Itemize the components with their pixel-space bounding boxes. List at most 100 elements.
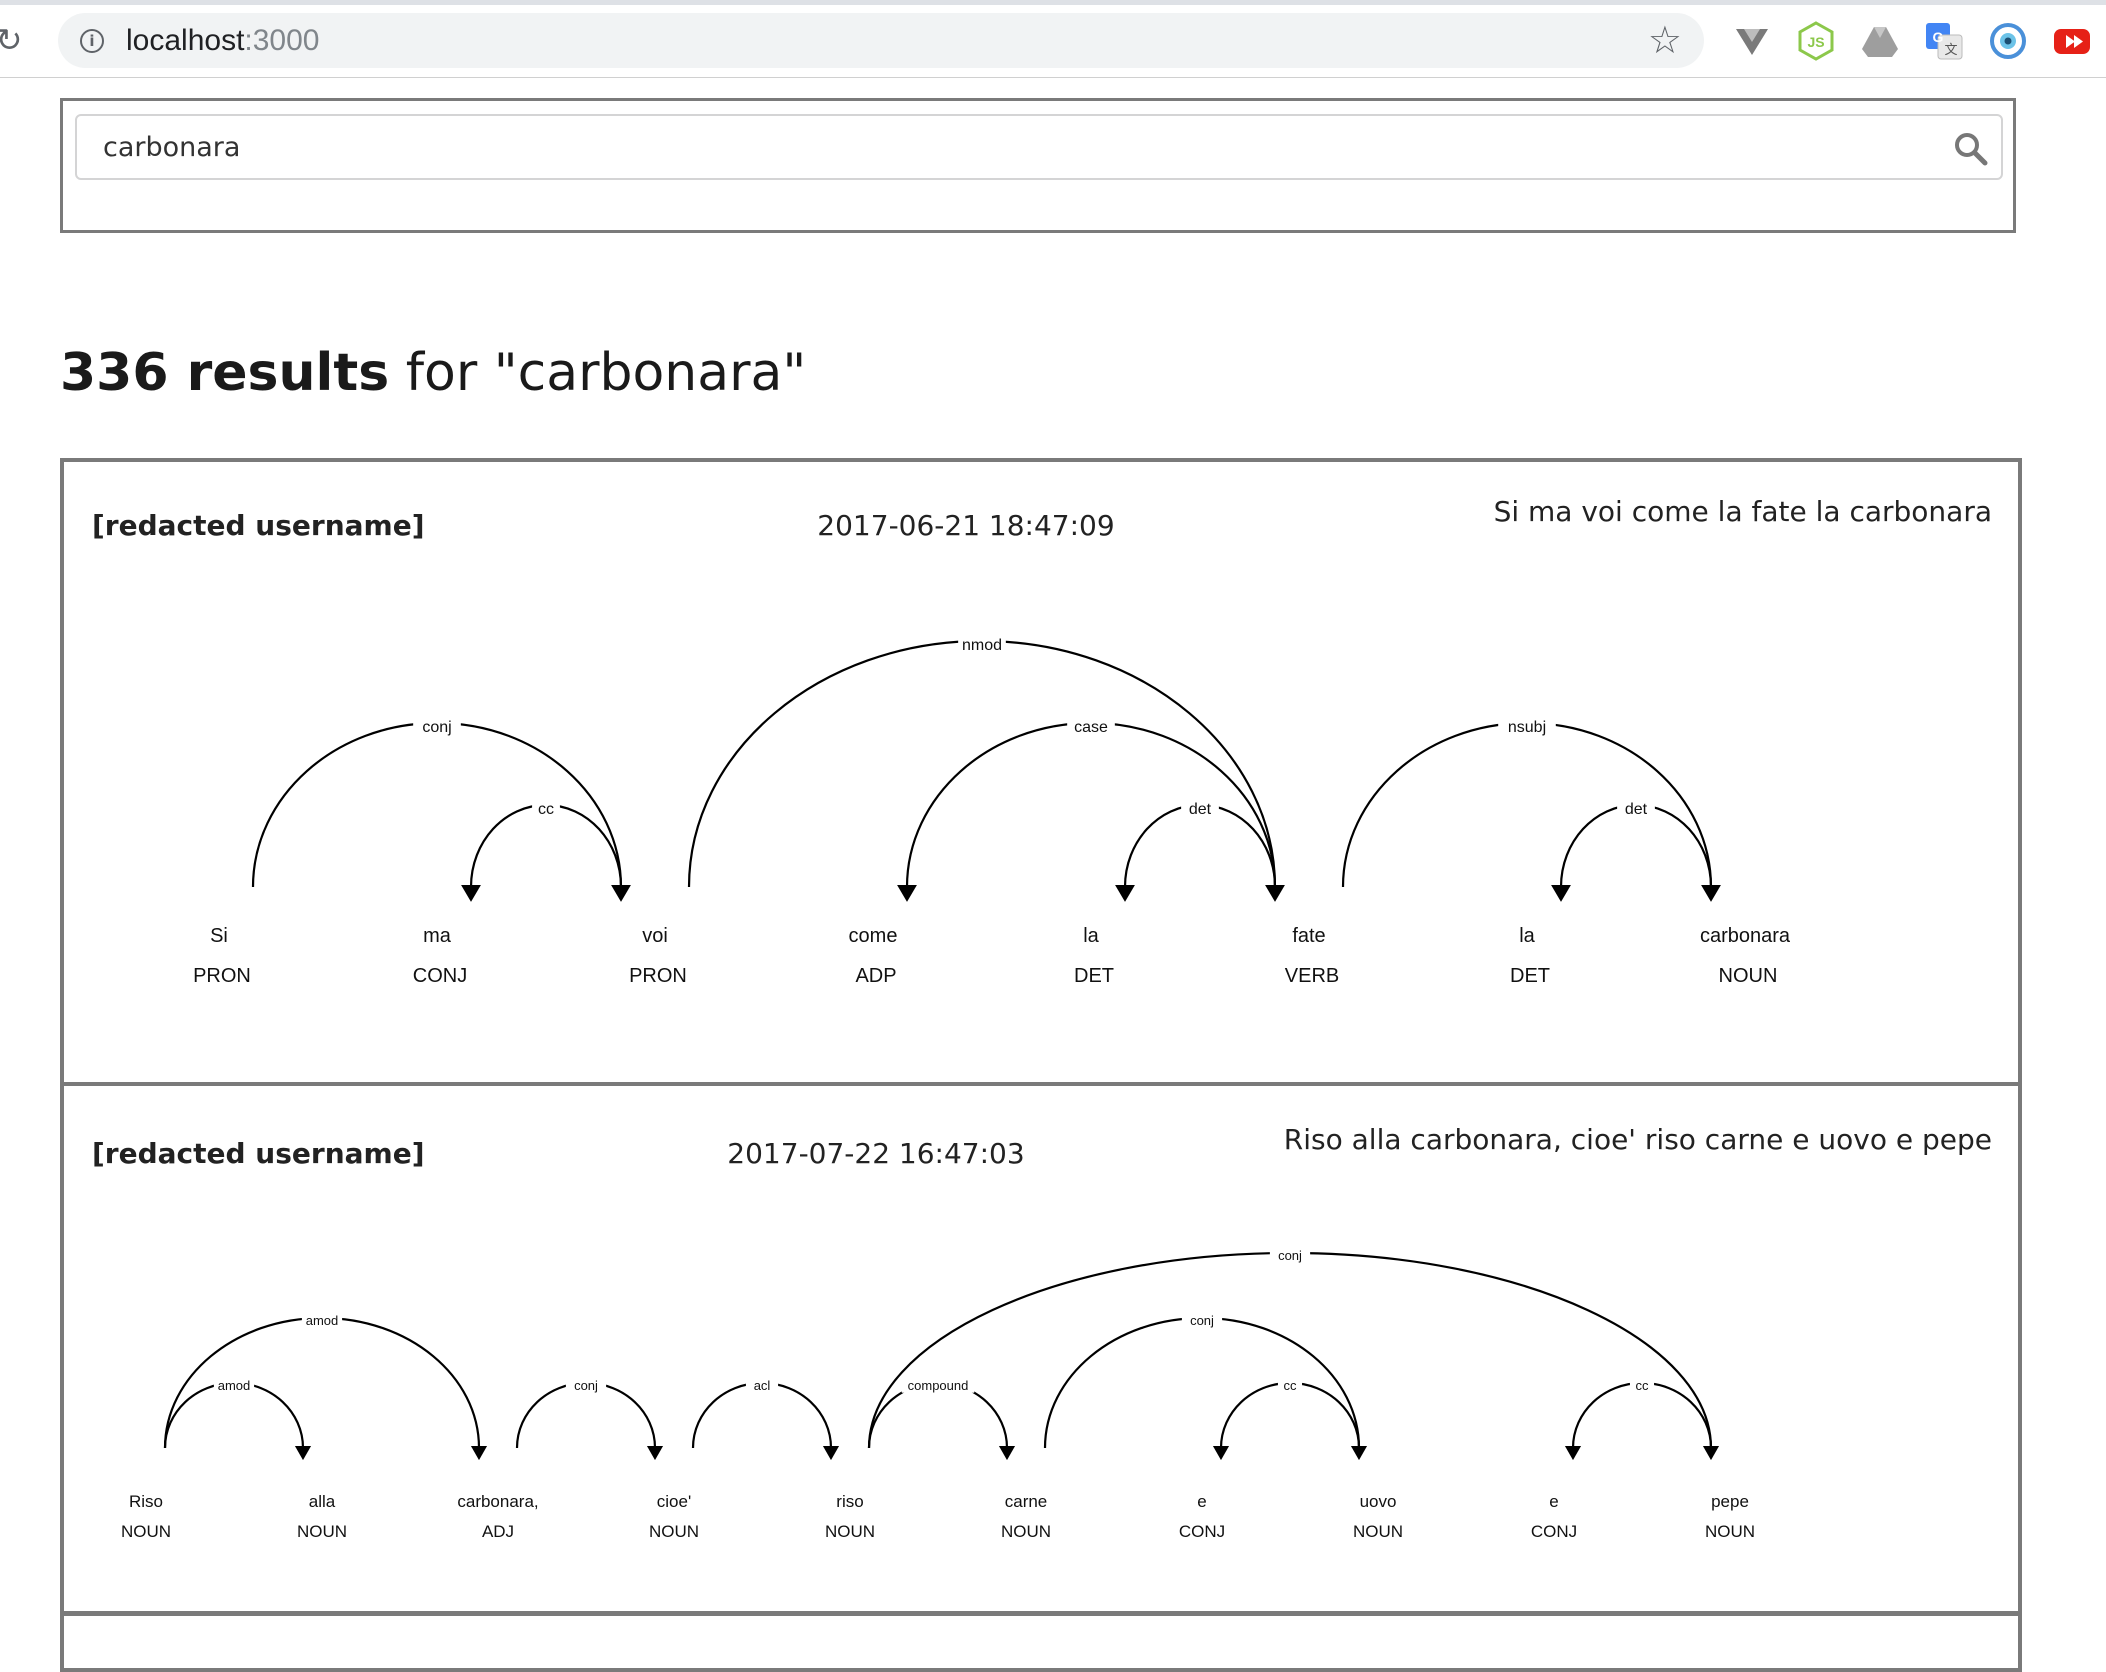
- token-word: voi: [642, 925, 668, 947]
- token-tag: CONJ: [413, 965, 467, 987]
- dependency-arc: [163, 1316, 481, 1449]
- arc-arrowhead: [470, 1446, 488, 1461]
- token-word: carne: [1005, 1492, 1048, 1511]
- token-tag: NOUN: [825, 1522, 875, 1541]
- url-text[interactable]: localhost:3000: [126, 24, 319, 58]
- arc-label: det: [1625, 801, 1648, 818]
- token-tag: NOUN: [1001, 1522, 1051, 1541]
- token-tag: NOUN: [649, 1522, 699, 1541]
- dependency-arc: [687, 639, 1277, 888]
- token-word: e: [1197, 1492, 1206, 1511]
- token-word: carbonara,: [457, 1492, 538, 1511]
- arc-label: det: [1189, 801, 1212, 818]
- dependency-parse: Riso NOUN alla NOUN carbonara, ADJ cioe' NOUN ri…: [121, 1247, 1755, 1541]
- token-word: uovo: [1360, 1492, 1397, 1511]
- arc-arrowhead: [611, 885, 631, 902]
- arc-arrowhead: [646, 1446, 664, 1461]
- token-word: carbonara: [1700, 925, 1791, 947]
- arc-arrowhead: [1265, 885, 1285, 902]
- arc-arrowhead: [1564, 1446, 1582, 1461]
- token-tag: NOUN: [1719, 965, 1778, 987]
- arc-arrowhead: [998, 1446, 1016, 1461]
- token-tag: NOUN: [1705, 1522, 1755, 1541]
- browser-toolbar: ↻ i localhost:3000 ☆ JS G 文: [0, 5, 2106, 78]
- token-word: ma: [423, 925, 452, 947]
- arc-arrowhead: [1701, 885, 1721, 902]
- arc-arrowhead: [1702, 1446, 1720, 1461]
- results-query: for "carbonara": [389, 343, 807, 403]
- token-tag: NOUN: [121, 1522, 171, 1541]
- token-tag: DET: [1510, 965, 1550, 987]
- token-word: come: [849, 925, 898, 947]
- google-drive-icon[interactable]: [1860, 21, 1900, 61]
- token-tag: VERB: [1285, 965, 1339, 987]
- token-word: alla: [309, 1492, 336, 1511]
- arc-arrowhead: [294, 1446, 312, 1461]
- svg-text:G: G: [1933, 29, 1944, 45]
- dependency-arc: [867, 1251, 1713, 1449]
- result-card: [redacted username] 2017-07-22 16:47:03 …: [60, 1082, 2022, 1615]
- site-info-icon[interactable]: i: [80, 29, 104, 53]
- token-tag: NOUN: [1353, 1522, 1403, 1541]
- arc-arrowhead: [1115, 885, 1135, 902]
- arc-arrowhead: [822, 1446, 840, 1461]
- dependency-arc: [1043, 1316, 1361, 1449]
- arc-label: cc: [538, 801, 554, 818]
- arc-arrowhead: [1350, 1446, 1368, 1461]
- token-word: Si: [210, 925, 228, 947]
- token-word: pepe: [1711, 1492, 1749, 1511]
- search-input[interactable]: [75, 114, 2003, 180]
- url-host: localhost: [126, 24, 245, 57]
- token-word: la: [1083, 925, 1099, 947]
- token-word: e: [1549, 1492, 1558, 1511]
- address-bar[interactable]: i localhost:3000 ☆: [58, 13, 1704, 68]
- token-word: riso: [836, 1492, 863, 1511]
- youtube-icon[interactable]: [2052, 21, 2092, 61]
- arc-label: compound: [908, 1378, 969, 1393]
- token-tag: CONJ: [1531, 1522, 1577, 1541]
- arc-label: nsubj: [1508, 719, 1546, 736]
- token-word: Riso: [129, 1492, 163, 1511]
- result-card: [redacted username] 2017-06-21 18:47:09 …: [60, 458, 2022, 1088]
- dependency-arc: [1341, 721, 1713, 888]
- results-heading: 336 results for "carbonara": [60, 338, 806, 408]
- bookmark-star-icon[interactable]: ☆: [1648, 19, 1682, 61]
- token-tag: NOUN: [297, 1522, 347, 1541]
- token-tag: ADP: [855, 965, 896, 987]
- dependency-arc: [905, 721, 1277, 888]
- token-tag: CONJ: [1179, 1522, 1225, 1541]
- token-word: la: [1519, 925, 1535, 947]
- arc-label: cc: [1284, 1378, 1298, 1393]
- token-tag: ADJ: [482, 1522, 514, 1541]
- arc-arrowhead: [897, 885, 917, 902]
- token-word: cioe': [657, 1492, 691, 1511]
- eye-extension-icon[interactable]: [1988, 21, 2028, 61]
- arc-arrowhead: [1551, 885, 1571, 902]
- reload-icon[interactable]: ↻: [0, 23, 26, 57]
- google-translate-icon[interactable]: G 文: [1924, 21, 1964, 61]
- arc-label: case: [1074, 719, 1108, 736]
- arc-label: conj: [422, 719, 451, 736]
- search-icon[interactable]: [1953, 131, 1989, 167]
- token-tag: PRON: [193, 965, 251, 987]
- vue-devtools-icon[interactable]: [1732, 21, 1772, 61]
- arc-label: amod: [218, 1378, 251, 1393]
- arc-arrowhead: [1212, 1446, 1230, 1461]
- svg-text:文: 文: [1944, 43, 1957, 58]
- nodejs-icon[interactable]: JS: [1796, 21, 1836, 61]
- dependency-parse: Si PRON ma CONJ voi PRON come ADP la DET fate VERB l…: [193, 633, 1791, 987]
- svg-text:JS: JS: [1807, 34, 1824, 50]
- arc-label: nmod: [962, 637, 1002, 654]
- result-card-partial: [60, 1612, 2022, 1672]
- token-word: fate: [1292, 925, 1325, 947]
- dependency-arc: [251, 721, 623, 888]
- results-count: 336 results: [60, 343, 390, 403]
- url-port: :3000: [244, 24, 320, 57]
- arc-label: conj: [1190, 1313, 1214, 1328]
- arc-label: cc: [1636, 1378, 1650, 1393]
- token-tag: DET: [1074, 965, 1114, 987]
- search-panel: [60, 98, 2016, 233]
- arc-label: amod: [306, 1313, 339, 1328]
- arc-arrowhead: [461, 885, 481, 902]
- arc-label: acl: [754, 1378, 771, 1393]
